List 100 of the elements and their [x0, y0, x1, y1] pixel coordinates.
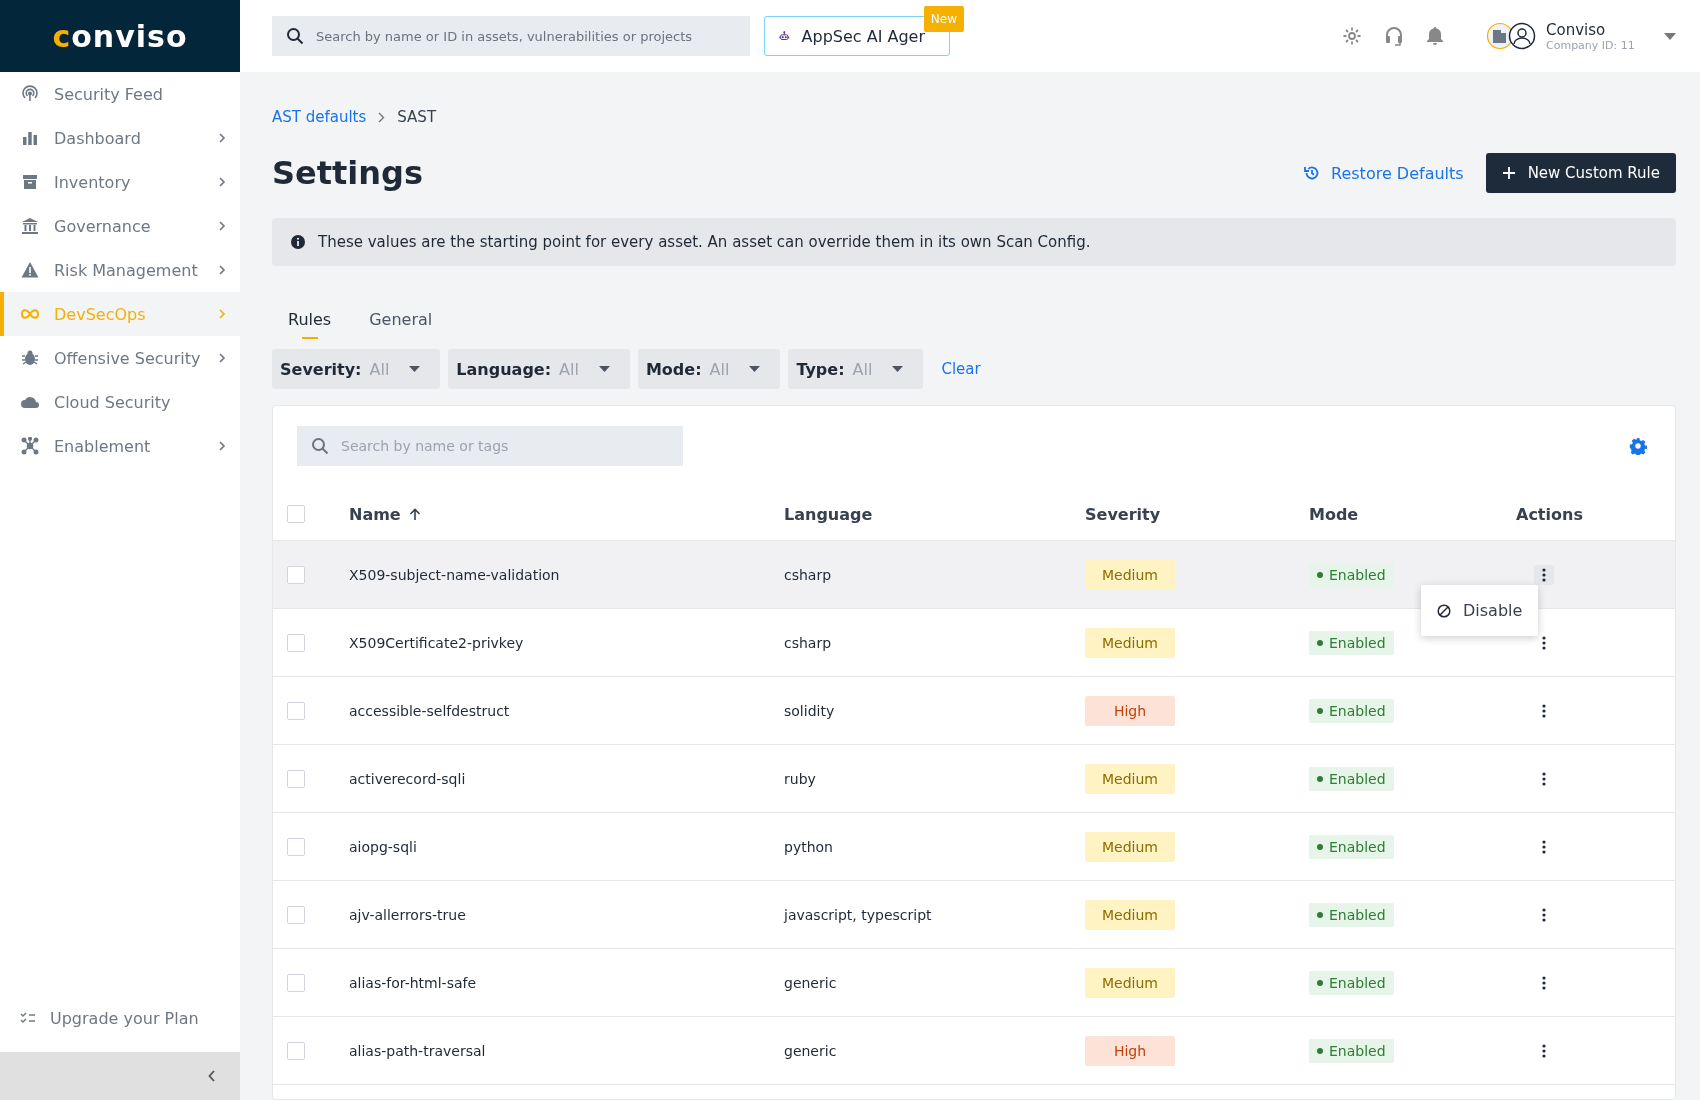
tab[interactable]: Rules	[272, 302, 348, 343]
checklist-icon	[20, 1012, 36, 1024]
rule-language: csharp	[784, 634, 832, 651]
severity-tag: Medium	[1085, 627, 1175, 658]
sidebar-item[interactable]: Risk Management	[0, 248, 240, 292]
filter-dropdown[interactable]: Language: All	[448, 349, 630, 389]
caret-icon	[892, 366, 904, 372]
row-checkbox[interactable]	[287, 1041, 305, 1060]
more-icon	[1542, 1043, 1546, 1058]
row-checkbox[interactable]	[287, 701, 305, 720]
breadcrumb-separator-icon	[378, 111, 386, 123]
chevron-icon	[218, 308, 226, 320]
sort-ascending-icon	[408, 507, 421, 521]
sidebar-item[interactable]: Governance	[0, 204, 240, 248]
caret-icon	[409, 366, 421, 372]
rule-name: X509Certificate2-privkey	[349, 634, 524, 651]
rule-search-field[interactable]: Search by name or tags	[297, 426, 683, 466]
severity-tag: High	[1085, 1035, 1175, 1066]
row-checkbox[interactable]	[287, 633, 305, 652]
rule-language: solidity	[784, 702, 835, 719]
column-header: Language	[784, 504, 873, 524]
chevron-icon	[218, 440, 226, 452]
company-avatar-icon	[1486, 22, 1538, 50]
row-checkbox[interactable]	[287, 905, 305, 924]
table-row[interactable]: alias-for-html-safe generic Medium Enabled	[273, 948, 1675, 1017]
global-search-field[interactable]: Search by name or ID in assets, vulnerabilities or projects	[272, 16, 750, 56]
menu-item-icon	[20, 437, 40, 455]
caret-icon	[749, 366, 761, 372]
menu-item-icon	[20, 395, 40, 409]
mode-tag: Enabled	[1309, 562, 1394, 587]
rule-name: alias-path-traversal	[349, 1042, 486, 1059]
plus-icon	[1501, 166, 1516, 180]
info-text: These values are the starting point for every asset. An asset can override them in its own Scan Config.	[318, 233, 1091, 251]
severity-tag: High	[1085, 695, 1175, 726]
new-badge: New	[923, 6, 964, 32]
severity-tag: Medium	[1085, 831, 1175, 862]
restore-defaults-button[interactable]: Restore Defaults	[1303, 163, 1464, 183]
chevron-icon	[218, 352, 226, 364]
table-row[interactable]: aiopg-sqli python Medium Enabled	[273, 812, 1675, 881]
mode-tag: Enabled	[1309, 1038, 1394, 1063]
table-row[interactable]: ajv-allerrors-true javascript, typescript Medium Enabled	[273, 880, 1675, 949]
more-icon	[1542, 907, 1546, 922]
info-icon	[290, 234, 306, 250]
sidebar-item[interactable]: Offensive Security	[0, 336, 240, 380]
rule-name: alias-for-html-safe	[349, 974, 477, 991]
row-checkbox[interactable]	[287, 973, 305, 992]
rule-name: ajv-allerrors-true	[349, 906, 466, 923]
menu-item-icon	[20, 349, 40, 367]
rule-language: generic	[784, 1042, 837, 1059]
chevron-icon	[218, 264, 226, 276]
filter-dropdown[interactable]: Severity: All	[272, 349, 441, 389]
chevron-icon	[218, 220, 226, 232]
clear-filters-link[interactable]: Clear	[935, 359, 987, 379]
more-icon	[1542, 839, 1546, 854]
rule-name: X509-subject-name-validation	[349, 566, 560, 583]
sidebar-item[interactable]: Security Feed	[0, 72, 240, 116]
sidebar-item[interactable]: Cloud Security	[0, 380, 240, 424]
breadcrumb-link[interactable]: AST defaults	[272, 108, 367, 126]
account-name: Conviso	[1546, 20, 1607, 39]
table-row[interactable]: accessible-selfdestruct solidity High Enabled	[273, 676, 1675, 745]
menu-item-icon	[20, 85, 40, 103]
mode-tag: Enabled	[1309, 698, 1394, 723]
rule-language: ruby	[784, 770, 816, 787]
select-all-checkbox[interactable]	[287, 505, 305, 523]
tab[interactable]: General	[353, 302, 449, 343]
table-row[interactable]: alias-path-traversal generic High Enabled	[273, 1016, 1675, 1085]
filter-dropdown[interactable]: Type: All	[788, 349, 924, 389]
mode-tag: Enabled	[1309, 970, 1394, 995]
row-checkbox[interactable]	[287, 565, 305, 584]
logo[interactable]: conviso	[0, 0, 240, 72]
more-icon	[1542, 567, 1546, 582]
rule-language: csharp	[784, 566, 832, 583]
new-custom-rule-button[interactable]: New Custom Rule	[1485, 153, 1676, 193]
search-icon	[286, 27, 304, 45]
rule-name: accessible-selfdestruct	[349, 702, 510, 719]
chevron-icon	[218, 132, 226, 144]
row-checkbox[interactable]	[287, 769, 305, 788]
row-checkbox[interactable]	[287, 837, 305, 856]
sidebar-item[interactable]: Dashboard	[0, 116, 240, 160]
headset-icon[interactable]	[1384, 25, 1404, 47]
mode-tag: Enabled	[1309, 834, 1394, 859]
mode-tag: Enabled	[1309, 902, 1394, 927]
filter-dropdown[interactable]: Mode: All	[637, 349, 781, 389]
table-row[interactable]: activerecord-sqli ruby Medium Enabled	[273, 744, 1675, 813]
menu-item-icon	[20, 173, 40, 191]
page-title: Settings	[272, 154, 425, 192]
breadcrumb-current: SAST	[397, 108, 437, 126]
notification-bell-icon[interactable]	[1426, 26, 1444, 46]
sidebar-item[interactable]: Inventory	[0, 160, 240, 204]
column-header: Actions	[1516, 504, 1583, 524]
column-header: Mode	[1309, 504, 1359, 524]
menu-item-icon	[20, 261, 40, 279]
menu-item-icon	[20, 129, 40, 147]
account-menu[interactable]: Conviso Company ID: 11	[1486, 20, 1676, 52]
sidebar-item[interactable]: Enablement	[0, 424, 240, 468]
row-actions-button[interactable]	[1534, 564, 1554, 585]
company-id: Company ID: 11	[1546, 38, 1636, 52]
column-header[interactable]: Name	[349, 504, 421, 524]
chevron-icon	[218, 176, 226, 188]
upgrade-link[interactable]: Upgrade your Plan	[0, 996, 240, 1040]
